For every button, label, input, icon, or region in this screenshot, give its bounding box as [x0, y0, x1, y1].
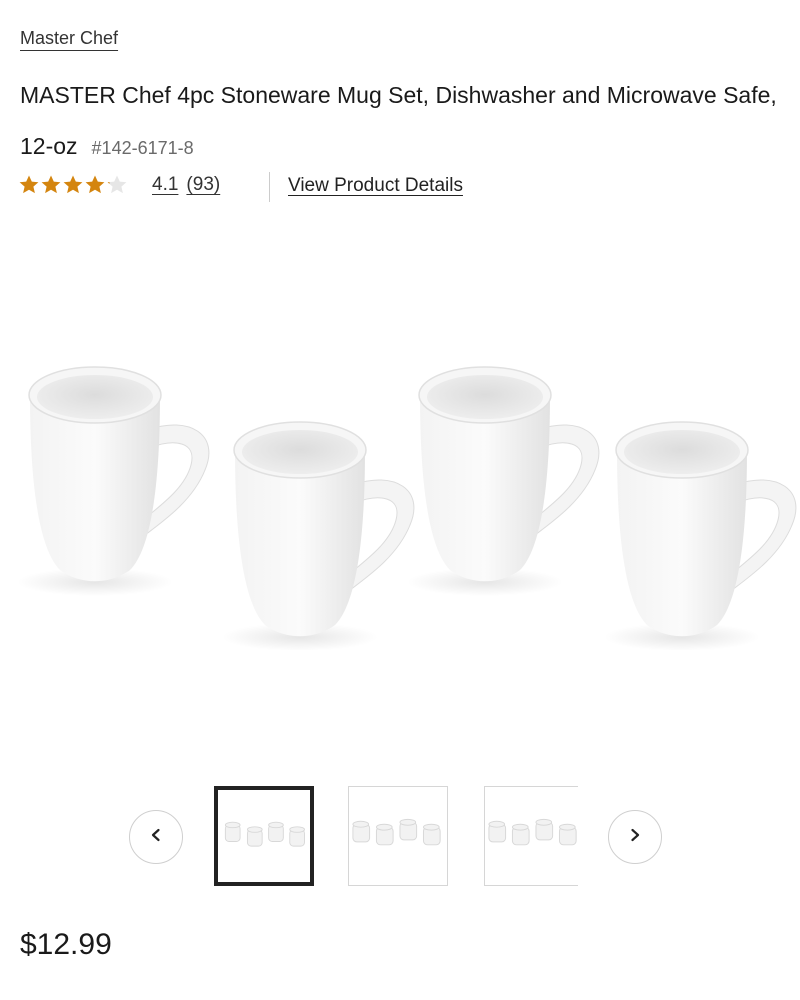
- star-icon: [107, 175, 127, 194]
- carousel-next-button[interactable]: [608, 810, 662, 864]
- mug-set-thumbnail: [218, 790, 310, 882]
- rating-count[interactable]: (93): [186, 174, 220, 196]
- star-icon: [63, 175, 83, 194]
- thumbnail-3[interactable]: [484, 786, 578, 886]
- star-icon: [19, 175, 39, 194]
- star-icon: [85, 175, 105, 194]
- rating-row: 4.1 (93): [18, 168, 220, 202]
- product-price: $12.99: [20, 928, 112, 961]
- view-product-details-link[interactable]: View Product Details: [288, 175, 463, 197]
- star-icon: [41, 175, 61, 194]
- brand-link[interactable]: Master Chef: [20, 28, 118, 49]
- image-carousel: [0, 780, 800, 890]
- thumbnail-1[interactable]: [214, 786, 314, 886]
- chevron-left-icon: [149, 828, 163, 847]
- thumbnail-2[interactable]: [348, 786, 448, 886]
- carousel-prev-button[interactable]: [129, 810, 183, 864]
- chevron-right-icon: [628, 828, 642, 847]
- product-main-image: [0, 330, 800, 652]
- mug-set-thumbnail: [349, 787, 447, 885]
- rating-stars: [18, 174, 128, 196]
- rating-value[interactable]: 4.1: [152, 174, 178, 196]
- mug-set-thumbnail: [485, 787, 578, 885]
- divider: [269, 172, 270, 202]
- product-sku: #142-6171-8: [91, 138, 194, 158]
- product-title: MASTER Chef 4pc Stoneware Mug Set, Dishw…: [20, 70, 790, 174]
